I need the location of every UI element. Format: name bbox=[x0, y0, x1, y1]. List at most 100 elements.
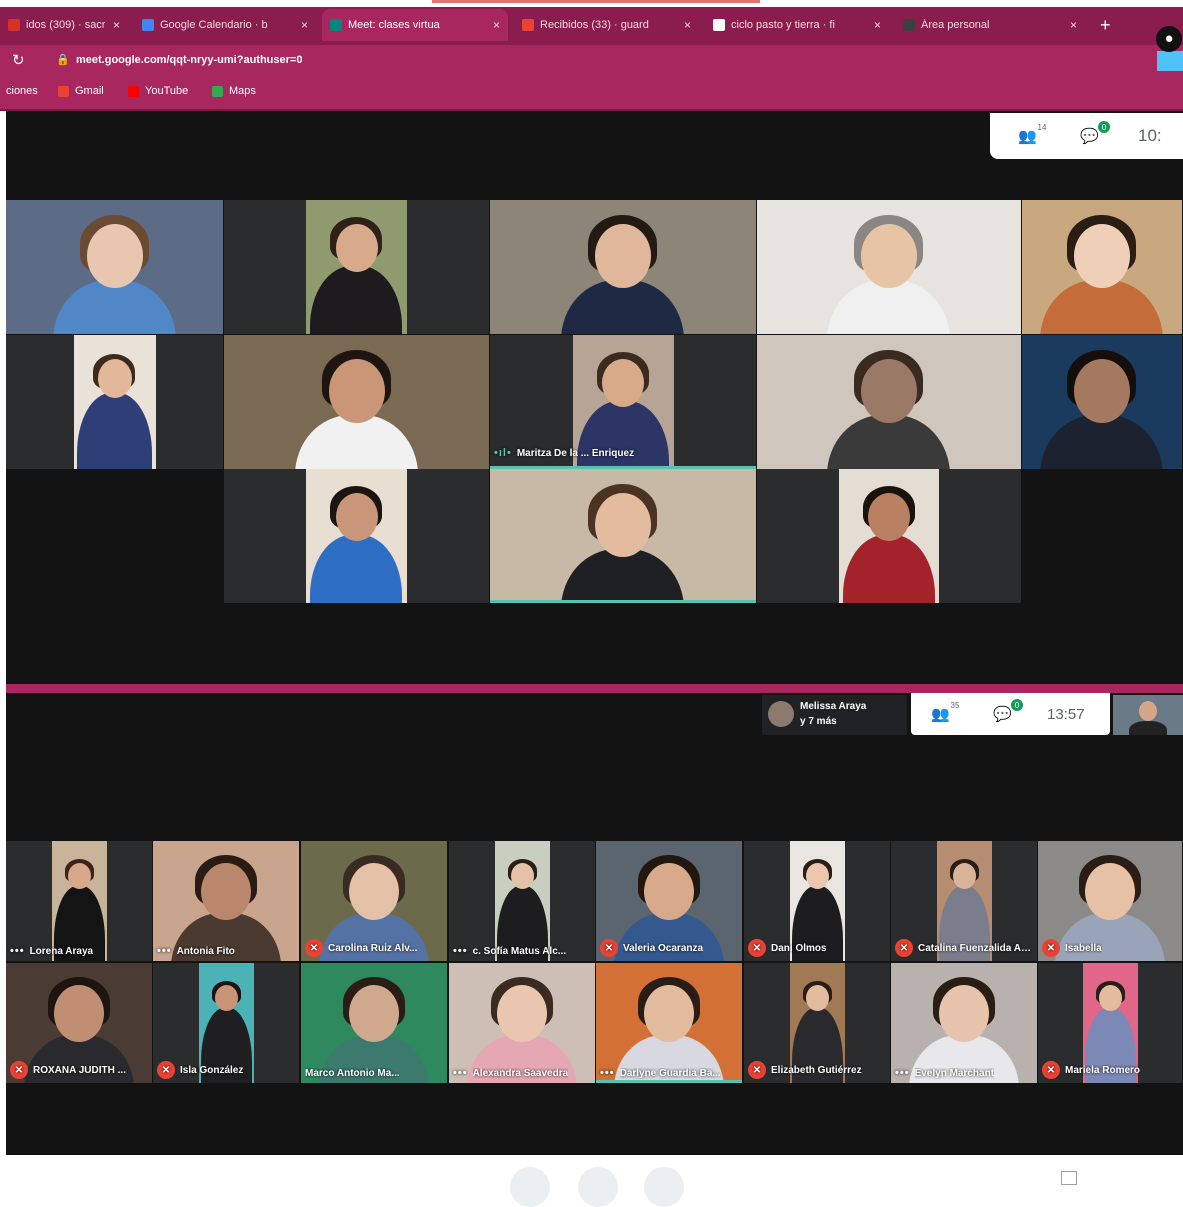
people-icon[interactable]: 👥 35 bbox=[931, 701, 959, 724]
people-icon[interactable]: 👥 14 bbox=[1018, 123, 1046, 146]
participant-tile[interactable]: ••• Darlyne Guardia Ba... bbox=[596, 963, 742, 1083]
address-bar[interactable]: meet.google.com/qqt-nryy-umi?authuser=0 bbox=[76, 54, 302, 66]
participant-tile[interactable] bbox=[224, 200, 489, 334]
tab-label: Google Calendario · b bbox=[160, 19, 268, 31]
person-face bbox=[336, 493, 378, 541]
participant-tile[interactable]: ••• Antonia Fito bbox=[153, 841, 299, 961]
audio-level-icon: ••• bbox=[157, 945, 172, 957]
chat-icon[interactable]: 💬 0 bbox=[993, 699, 1023, 723]
participant-tile[interactable] bbox=[224, 335, 489, 469]
tab-favicon-icon bbox=[522, 19, 534, 31]
audio-level-icon: ••• bbox=[600, 1067, 615, 1079]
participant-tile[interactable]: ••• c. Sofía Matus Alc... bbox=[449, 841, 595, 961]
participant-name-label: Alexandra Saavedra bbox=[472, 1067, 569, 1079]
participant-name-label: Valeria Ocaranza bbox=[623, 942, 704, 954]
present-icon[interactable] bbox=[1061, 1171, 1077, 1185]
participant-tile[interactable]: ✕ Dani Olmos bbox=[744, 841, 890, 961]
reload-icon[interactable]: ↻ bbox=[12, 51, 25, 69]
participant-tile[interactable]: ✕ Mariela Romero bbox=[1038, 963, 1182, 1083]
person-face bbox=[861, 359, 917, 423]
tab-label: Meet: clases virtua bbox=[348, 19, 440, 31]
tab-strip: idos (309) · sacr × Google Calendario · b ×… bbox=[0, 7, 1183, 45]
participant-tile[interactable]: ✕ Valeria Ocaranza bbox=[596, 841, 742, 961]
participant-tile[interactable] bbox=[6, 200, 223, 334]
mic-off-icon: ✕ bbox=[748, 1061, 766, 1079]
bookmark-item[interactable]: Gmail bbox=[58, 85, 104, 97]
close-tab-icon[interactable]: × bbox=[113, 18, 128, 32]
control-button[interactable] bbox=[644, 1167, 684, 1207]
browser-tab[interactable]: Recibidos (33) · guard × bbox=[514, 9, 699, 41]
participant-tile[interactable]: ••• Alexandra Saavedra bbox=[449, 963, 595, 1083]
tab-favicon-icon bbox=[330, 19, 342, 31]
audio-level-icon: •ıl• bbox=[494, 447, 512, 459]
participant-tile[interactable] bbox=[224, 469, 489, 603]
pinned-summary[interactable]: Melissa Araya y 7 más bbox=[762, 695, 907, 735]
participant-name-label: Antonia Fito bbox=[176, 945, 235, 957]
participant-name-label: c. Sofía Matus Alc... bbox=[472, 945, 567, 957]
participant-tile[interactable]: ✕ Isla González bbox=[153, 963, 299, 1083]
person-face bbox=[511, 863, 534, 889]
control-button[interactable] bbox=[578, 1167, 618, 1207]
bookmark-item[interactable]: Maps bbox=[212, 85, 256, 97]
participant-tile[interactable] bbox=[1022, 335, 1182, 469]
participant-tile[interactable] bbox=[757, 469, 1021, 603]
mic-off-icon: ✕ bbox=[895, 939, 913, 957]
participant-name-label: Mariela Romero bbox=[1065, 1064, 1141, 1076]
browser-tab[interactable]: Google Calendario · b × bbox=[134, 9, 316, 41]
bookmark-label: ciones bbox=[6, 85, 38, 97]
participant-tile[interactable] bbox=[757, 200, 1021, 334]
participant-tile[interactable]: ✕ Carolina Ruiz Alv... bbox=[301, 841, 447, 961]
plus-icon[interactable]: + bbox=[1100, 15, 1111, 36]
participant-tile[interactable] bbox=[757, 335, 1021, 469]
participant-tile[interactable]: ✕ Isabella bbox=[1038, 841, 1182, 961]
close-tab-icon[interactable]: × bbox=[301, 18, 316, 32]
participant-tile[interactable] bbox=[1022, 200, 1182, 334]
control-button[interactable] bbox=[510, 1167, 550, 1207]
participant-tile[interactable]: ••• Evelyn Marchant bbox=[891, 963, 1037, 1083]
browser-tab[interactable]: Área personal × bbox=[895, 9, 1085, 41]
meet-top-window: 👥 14 💬 0 10: •ıl• Maritza De la ... Enrique… bbox=[6, 111, 1183, 684]
participant-tile[interactable] bbox=[490, 469, 756, 603]
participant-tile[interactable] bbox=[6, 335, 223, 469]
participant-name: ✕ Carolina Ruiz Alv... bbox=[305, 939, 417, 957]
bookmark-item[interactable]: ciones bbox=[6, 85, 38, 97]
participant-tile[interactable]: •ıl• Maritza De la ... Enriquez bbox=[490, 335, 756, 469]
participant-tile[interactable]: ✕ Catalina Fuenzalida Azola bbox=[891, 841, 1037, 961]
profile-icon[interactable]: ● bbox=[1156, 26, 1182, 52]
top-call-panel: 👥 14 💬 0 10: bbox=[990, 113, 1183, 159]
chat-icon[interactable]: 💬 0 bbox=[1080, 121, 1110, 145]
browser-tab[interactable]: ciclo pasto y tierra · fi × bbox=[705, 9, 889, 41]
close-tab-icon[interactable]: × bbox=[874, 18, 889, 32]
participant-tile[interactable]: ✕ Elizabeth Gutiérrez bbox=[744, 963, 890, 1083]
participant-name-label: Darlyne Guardia Ba... bbox=[619, 1067, 721, 1079]
bookmark-item[interactable]: YouTube bbox=[128, 85, 188, 97]
close-tab-icon[interactable]: × bbox=[684, 18, 699, 32]
person-face bbox=[861, 224, 917, 288]
close-tab-icon[interactable]: × bbox=[493, 18, 508, 32]
participant-tile[interactable]: ••• Lorena Araya bbox=[6, 841, 152, 961]
participant-name: ••• Antonia Fito bbox=[157, 945, 235, 957]
participant-tile[interactable] bbox=[490, 200, 756, 334]
participant-tile[interactable]: ✕ ROXANA JUDITH ... bbox=[6, 963, 152, 1083]
tab-label: Área personal bbox=[921, 19, 990, 31]
person-face bbox=[953, 863, 976, 889]
people-count: 14 bbox=[1037, 122, 1047, 132]
browser-tab[interactable]: Meet: clases virtua × bbox=[322, 9, 508, 41]
people-count: 35 bbox=[950, 700, 960, 710]
bookmark-label: Maps bbox=[229, 85, 256, 97]
participant-tile[interactable]: Marco Antonio Ma... bbox=[301, 963, 447, 1083]
participant-name: ✕ Elizabeth Gutiérrez bbox=[748, 1061, 862, 1079]
participant-name-label: ROXANA JUDITH ... bbox=[33, 1064, 126, 1076]
person-face bbox=[595, 493, 651, 557]
speaking-indicator bbox=[596, 1080, 742, 1083]
browser-tab[interactable]: idos (309) · sacr × bbox=[0, 9, 128, 41]
mic-off-icon: ✕ bbox=[1042, 1061, 1060, 1079]
extension-icon[interactable] bbox=[1157, 51, 1183, 71]
gmail-icon bbox=[58, 85, 69, 97]
self-view-tile[interactable] bbox=[1113, 695, 1183, 735]
person-face bbox=[806, 863, 829, 889]
person-face bbox=[215, 985, 238, 1011]
person-face bbox=[87, 224, 143, 288]
audio-level-icon: ••• bbox=[453, 945, 468, 957]
close-tab-icon[interactable]: × bbox=[1070, 18, 1085, 32]
